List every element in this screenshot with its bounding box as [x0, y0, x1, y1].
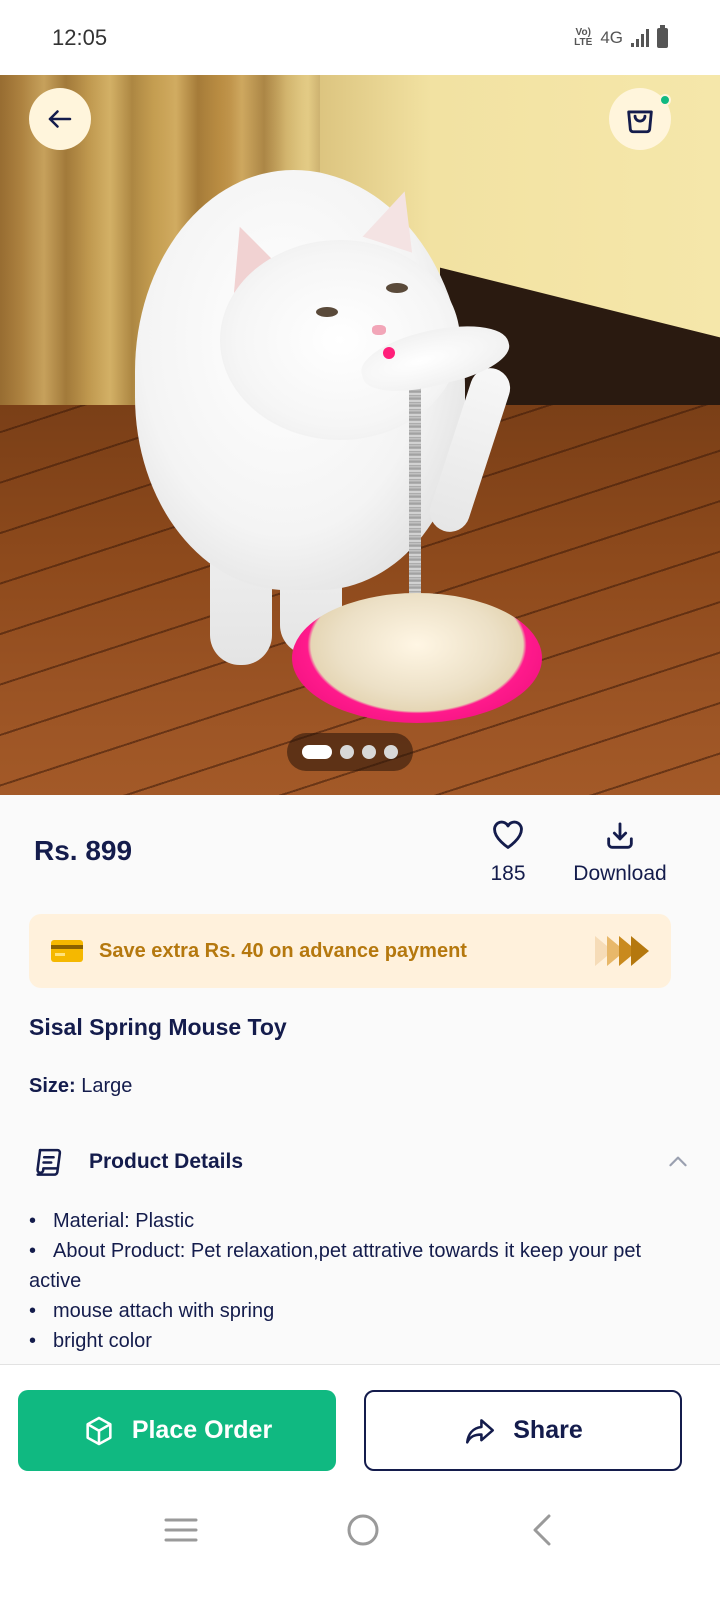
bottom-action-bar: Place Order Share [0, 1364, 720, 1612]
heart-icon [493, 820, 523, 849]
bullet-text: mouse attach with spring [53, 1300, 275, 1322]
chevron-up-icon [669, 1156, 687, 1167]
place-order-button[interactable]: Place Order [18, 1390, 336, 1471]
photo-cat-eye [386, 283, 408, 293]
size-row: Size: Large [29, 1075, 132, 1098]
back-chevron-icon[interactable] [527, 1512, 557, 1548]
share-label: Share [513, 1416, 583, 1444]
offer-text: Save extra Rs. 40 on advance payment [99, 939, 467, 962]
bullet-text: About Product: Pet relaxation,pet attrat… [29, 1240, 642, 1292]
status-time: 12:05 [52, 24, 108, 50]
share-button[interactable]: Share [364, 1390, 682, 1471]
volte-icon: Vo) LTE [574, 26, 593, 48]
product-price: Rs. 899 [34, 835, 133, 866]
size-label: Size: [29, 1075, 76, 1097]
list-item: • mouse attach with spring [29, 1296, 691, 1326]
bullet-text: Material: Plastic [53, 1210, 195, 1232]
volte-line1: Vo) [575, 26, 591, 38]
carousel-dot[interactable] [340, 745, 354, 759]
carousel-dot[interactable] [302, 745, 332, 759]
photo-toy-base [292, 593, 542, 723]
menu-icon[interactable] [163, 1515, 199, 1545]
signal-icon [631, 28, 649, 47]
bullet-dot: • [29, 1240, 37, 1262]
bullet-dot: • [29, 1330, 37, 1352]
place-order-label: Place Order [131, 1416, 273, 1444]
shopping-bag-icon [627, 110, 653, 134]
list-item: • About Product: Pet relaxation,pet attra… [29, 1236, 691, 1296]
wishlist-button[interactable] [484, 815, 532, 858]
battery-icon [657, 24, 668, 48]
carousel-indicator [287, 733, 413, 771]
status-bar: 12:05 Vo) LTE 4G [0, 0, 720, 75]
photo-cat-nose [372, 325, 386, 335]
list-item: • Material: Plastic [29, 1206, 691, 1236]
package-icon [86, 1416, 112, 1445]
share-arrow-icon [466, 1418, 495, 1444]
bullet-dot: • [29, 1300, 37, 1322]
bullet-dot: • [29, 1210, 37, 1232]
product-details-toggle[interactable]: Product Details [29, 1140, 691, 1184]
product-screen: 12:05 Vo) LTE 4G Rs. 899 185 Download Sa… [0, 0, 720, 1612]
download-icon [607, 822, 633, 849]
photo-cat-eye [316, 307, 338, 317]
product-image-carousel[interactable] [0, 75, 720, 795]
document-icon [36, 1148, 62, 1176]
list-item: • bright color [29, 1326, 691, 1356]
back-button[interactable] [29, 88, 91, 150]
credit-card-icon [51, 940, 83, 962]
product-details-list: • Material: Plastic • About Product: Pet r… [29, 1206, 691, 1356]
carousel-dot[interactable] [362, 745, 376, 759]
product-details-title: Product Details [89, 1150, 244, 1173]
advance-payment-offer[interactable]: Save extra Rs. 40 on advance payment [29, 914, 671, 988]
like-count: 185 [490, 862, 526, 885]
chevrons-right-icon [595, 936, 649, 966]
carousel-dot[interactable] [384, 745, 398, 759]
download-button[interactable] [601, 819, 639, 858]
cart-badge [659, 94, 671, 106]
system-navigation-bar [0, 1495, 720, 1565]
cart-button[interactable] [609, 88, 671, 150]
bullet-text: bright color [53, 1330, 152, 1352]
download-label[interactable]: Download [560, 862, 680, 886]
network-type: 4G [600, 27, 623, 47]
arrow-left-icon [48, 110, 72, 128]
status-indicators: Vo) LTE 4G [574, 24, 668, 48]
product-title: Sisal Spring Mouse Toy [29, 1014, 287, 1040]
volte-line2: LTE [574, 36, 593, 48]
home-circle-icon[interactable] [345, 1512, 381, 1548]
size-value: Large [81, 1075, 133, 1097]
photo-toy-mouse-eye [383, 347, 395, 359]
